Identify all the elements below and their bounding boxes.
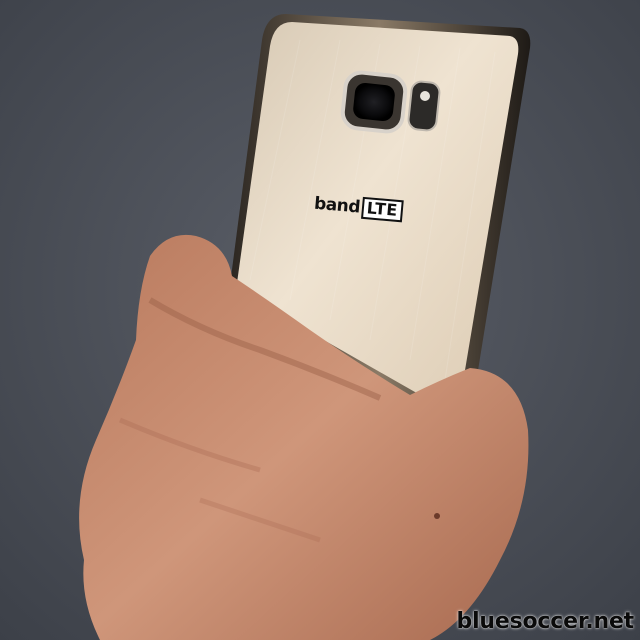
photo-scene: band LTE bluesoccer.net <box>0 0 640 640</box>
flash-icon <box>420 91 430 101</box>
flash-sensor <box>407 80 441 132</box>
logo-band-text: band <box>313 193 361 218</box>
logo-lte-text: LTE <box>360 196 404 223</box>
watermark: bluesoccer.net <box>456 609 635 634</box>
mole <box>434 513 440 519</box>
camera-lens <box>353 82 395 122</box>
photo-illustration <box>0 0 640 640</box>
